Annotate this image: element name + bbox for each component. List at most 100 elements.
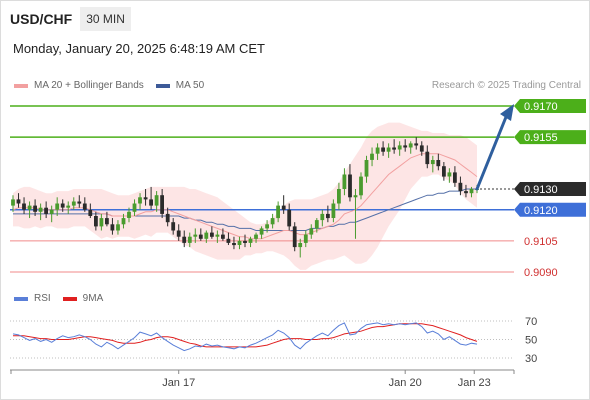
candle-body bbox=[276, 205, 280, 219]
level-label-0.9090: 0.9090 bbox=[524, 267, 558, 279]
candle-body bbox=[193, 234, 198, 237]
candle-body bbox=[66, 205, 71, 208]
candle-body bbox=[116, 224, 120, 231]
candle-body bbox=[254, 234, 258, 239]
candle-body bbox=[198, 234, 203, 239]
candle-body bbox=[259, 228, 264, 235]
candle-body bbox=[210, 232, 214, 237]
x-tick-label: Jan 23 bbox=[458, 377, 491, 389]
price-chart: 0.9170 0.9155 0.9120 0.9105 0.9090 0.9130 70 50… bbox=[10, 99, 586, 389]
candle-body bbox=[425, 151, 430, 165]
candle-body bbox=[27, 205, 32, 210]
candle-body bbox=[265, 224, 269, 229]
candle-body bbox=[33, 205, 37, 212]
candle-body bbox=[105, 218, 109, 225]
candle-body bbox=[44, 207, 48, 214]
candle-body bbox=[314, 220, 319, 229]
candle-body bbox=[331, 203, 336, 218]
candle-body bbox=[414, 143, 419, 146]
candle-body bbox=[243, 240, 247, 243]
candle-body bbox=[364, 160, 369, 177]
candle-body bbox=[270, 218, 275, 225]
candle-body bbox=[99, 218, 104, 227]
candle-body bbox=[292, 226, 297, 248]
candle-body bbox=[430, 160, 435, 165]
candle-body bbox=[392, 147, 396, 150]
rsi-ma-line bbox=[13, 323, 478, 348]
candle-body bbox=[82, 203, 87, 210]
candle-body bbox=[171, 222, 176, 231]
rsi-tick-label: 70 bbox=[525, 316, 537, 328]
candle-body bbox=[226, 238, 231, 243]
candle-body bbox=[309, 228, 314, 235]
candle-body bbox=[386, 147, 391, 152]
candle-body bbox=[353, 195, 358, 198]
candle-body bbox=[49, 209, 54, 214]
rsi-tick-label: 50 bbox=[525, 335, 537, 347]
candle-body bbox=[127, 211, 131, 218]
candle-body bbox=[138, 197, 142, 204]
candle-body bbox=[110, 224, 115, 231]
candle-body bbox=[182, 236, 187, 243]
candle-body bbox=[237, 240, 242, 245]
candle-body bbox=[436, 160, 441, 167]
candle-body bbox=[359, 176, 363, 196]
current-price-label: 0.9130 bbox=[524, 184, 558, 196]
candle-body bbox=[60, 203, 65, 208]
candle-body bbox=[11, 199, 15, 206]
candle-body bbox=[348, 174, 352, 198]
candle-body bbox=[248, 238, 253, 243]
candle-body bbox=[165, 213, 170, 223]
rsi-tick-label: 30 bbox=[525, 353, 537, 365]
candle-body bbox=[320, 213, 325, 221]
candle-body bbox=[88, 209, 93, 216]
level-label-0.9170: 0.9170 bbox=[524, 101, 558, 113]
candle-body bbox=[149, 199, 153, 206]
bollinger-band bbox=[13, 122, 477, 270]
candle-body bbox=[94, 216, 98, 227]
candle-body bbox=[143, 197, 148, 200]
forecast-arrow-shaft bbox=[475, 115, 508, 191]
candle-body bbox=[375, 147, 380, 154]
candle-body bbox=[287, 209, 292, 227]
candle-body bbox=[176, 230, 181, 237]
candle-body bbox=[303, 234, 308, 243]
candle-body bbox=[337, 189, 341, 204]
candle-body bbox=[154, 195, 159, 206]
candle-body bbox=[77, 201, 82, 204]
candle-body bbox=[281, 205, 286, 210]
candle-body bbox=[232, 243, 236, 246]
candle-body bbox=[370, 153, 374, 160]
candle-body bbox=[469, 189, 474, 194]
x-tick-label: Jan 20 bbox=[389, 377, 422, 389]
candle-body bbox=[442, 166, 446, 177]
candle-body bbox=[381, 147, 385, 152]
candle-body bbox=[326, 213, 330, 219]
candle-body bbox=[221, 234, 225, 239]
candle-body bbox=[55, 203, 60, 210]
candle-body bbox=[397, 145, 402, 150]
candle-body bbox=[22, 203, 26, 210]
candle-body bbox=[132, 203, 137, 212]
candle-body bbox=[160, 195, 164, 214]
candle-body bbox=[403, 145, 408, 148]
level-label-0.9120: 0.9120 bbox=[524, 205, 558, 217]
candle-body bbox=[298, 243, 303, 248]
candle-body bbox=[342, 174, 347, 189]
candle-body bbox=[187, 236, 192, 243]
candle-body bbox=[447, 172, 452, 177]
candle-body bbox=[215, 234, 220, 237]
candle-body bbox=[419, 145, 424, 152]
candle-body bbox=[464, 191, 468, 194]
candle-body bbox=[458, 182, 463, 192]
x-tick-label: Jan 17 bbox=[162, 377, 195, 389]
candle-body bbox=[453, 172, 457, 183]
candle-body bbox=[408, 143, 413, 148]
candle-body bbox=[121, 218, 126, 225]
candle-body bbox=[71, 201, 76, 206]
level-label-0.9105: 0.9105 bbox=[524, 236, 558, 248]
candle-body bbox=[204, 232, 209, 239]
level-label-0.9155: 0.9155 bbox=[524, 132, 558, 144]
candle-body bbox=[38, 207, 43, 212]
candle-body bbox=[16, 199, 21, 204]
